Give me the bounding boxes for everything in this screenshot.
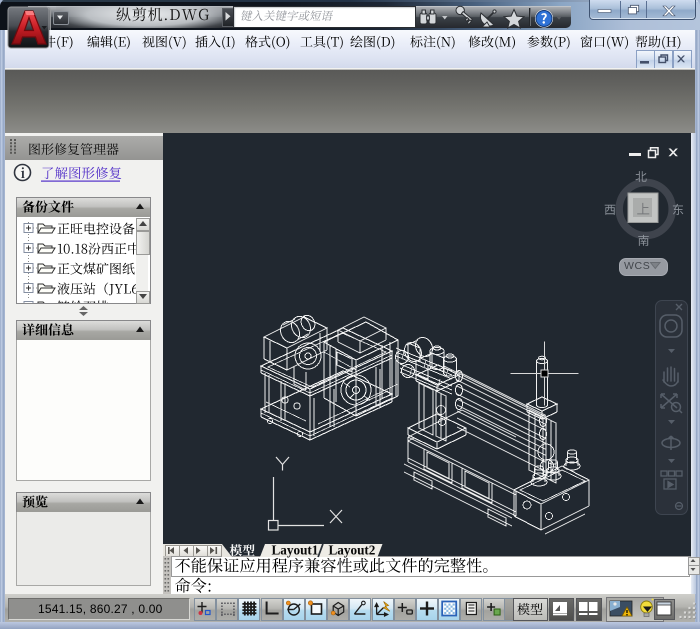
svg-text:Layout2: Layout2 xyxy=(329,543,376,558)
svg-text:Layout1: Layout1 xyxy=(272,543,319,558)
